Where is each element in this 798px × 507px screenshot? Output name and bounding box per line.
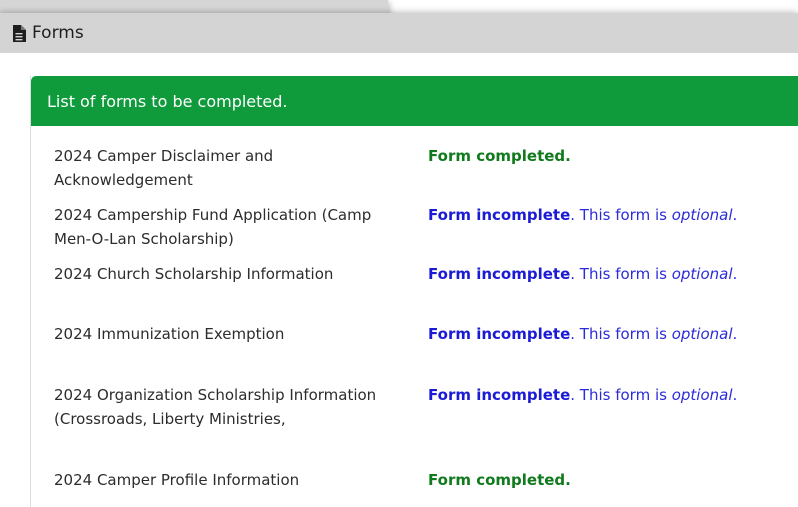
form-optional-label: optional <box>671 206 733 224</box>
form-name[interactable]: 2024 Camper Disclaimer and Acknowledgeme… <box>54 144 384 192</box>
panel-header: Forms <box>0 13 798 53</box>
form-status-end: . <box>732 265 738 283</box>
form-status-note: . This form is <box>570 386 672 404</box>
forms-panel: Forms List of forms to be completed. 202… <box>0 13 798 507</box>
form-status-label: Form completed. <box>428 147 571 165</box>
form-name[interactable]: 2024 Campership Fund Application (Camp M… <box>54 203 384 251</box>
form-status-note: . This form is <box>570 206 672 224</box>
form-status: Form completed. <box>428 144 571 168</box>
form-status-label[interactable]: Form incomplete <box>428 265 570 283</box>
form-optional-label: optional <box>671 386 733 404</box>
form-status: Form completed. <box>428 468 571 492</box>
form-optional-label: optional <box>671 325 733 343</box>
form-status: Form incomplete. This form is optional. <box>428 383 737 407</box>
form-status: Form incomplete. This form is optional. <box>428 203 737 227</box>
form-status-end: . <box>732 206 738 224</box>
panel-title: Forms <box>32 23 84 43</box>
form-status-note: . This form is <box>570 325 672 343</box>
screen: Forms List of forms to be completed. 202… <box>0 0 798 507</box>
form-name[interactable]: 2024 Organization Scholarship Informatio… <box>54 383 384 431</box>
form-status-label[interactable]: Form incomplete <box>428 206 570 224</box>
form-status-note: . This form is <box>570 265 672 283</box>
form-status-label[interactable]: Form incomplete <box>428 386 570 404</box>
form-optional-label: optional <box>671 265 733 283</box>
form-status-end: . <box>732 325 738 343</box>
form-status-end: . <box>732 386 738 404</box>
form-name[interactable]: 2024 Immunization Exemption <box>54 322 384 346</box>
forms-card: List of forms to be completed. <box>30 76 798 507</box>
card-heading: List of forms to be completed. <box>31 76 798 126</box>
form-name[interactable]: 2024 Church Scholarship Information <box>54 262 384 286</box>
background-window-titlebar <box>0 0 388 13</box>
form-status: Form incomplete. This form is optional. <box>428 262 737 286</box>
document-icon <box>12 24 26 42</box>
form-name[interactable]: 2024 Camper Profile Information <box>54 468 384 492</box>
form-status: Form incomplete. This form is optional. <box>428 322 737 346</box>
form-status-label[interactable]: Form incomplete <box>428 325 570 343</box>
form-status-label: Form completed. <box>428 471 571 489</box>
